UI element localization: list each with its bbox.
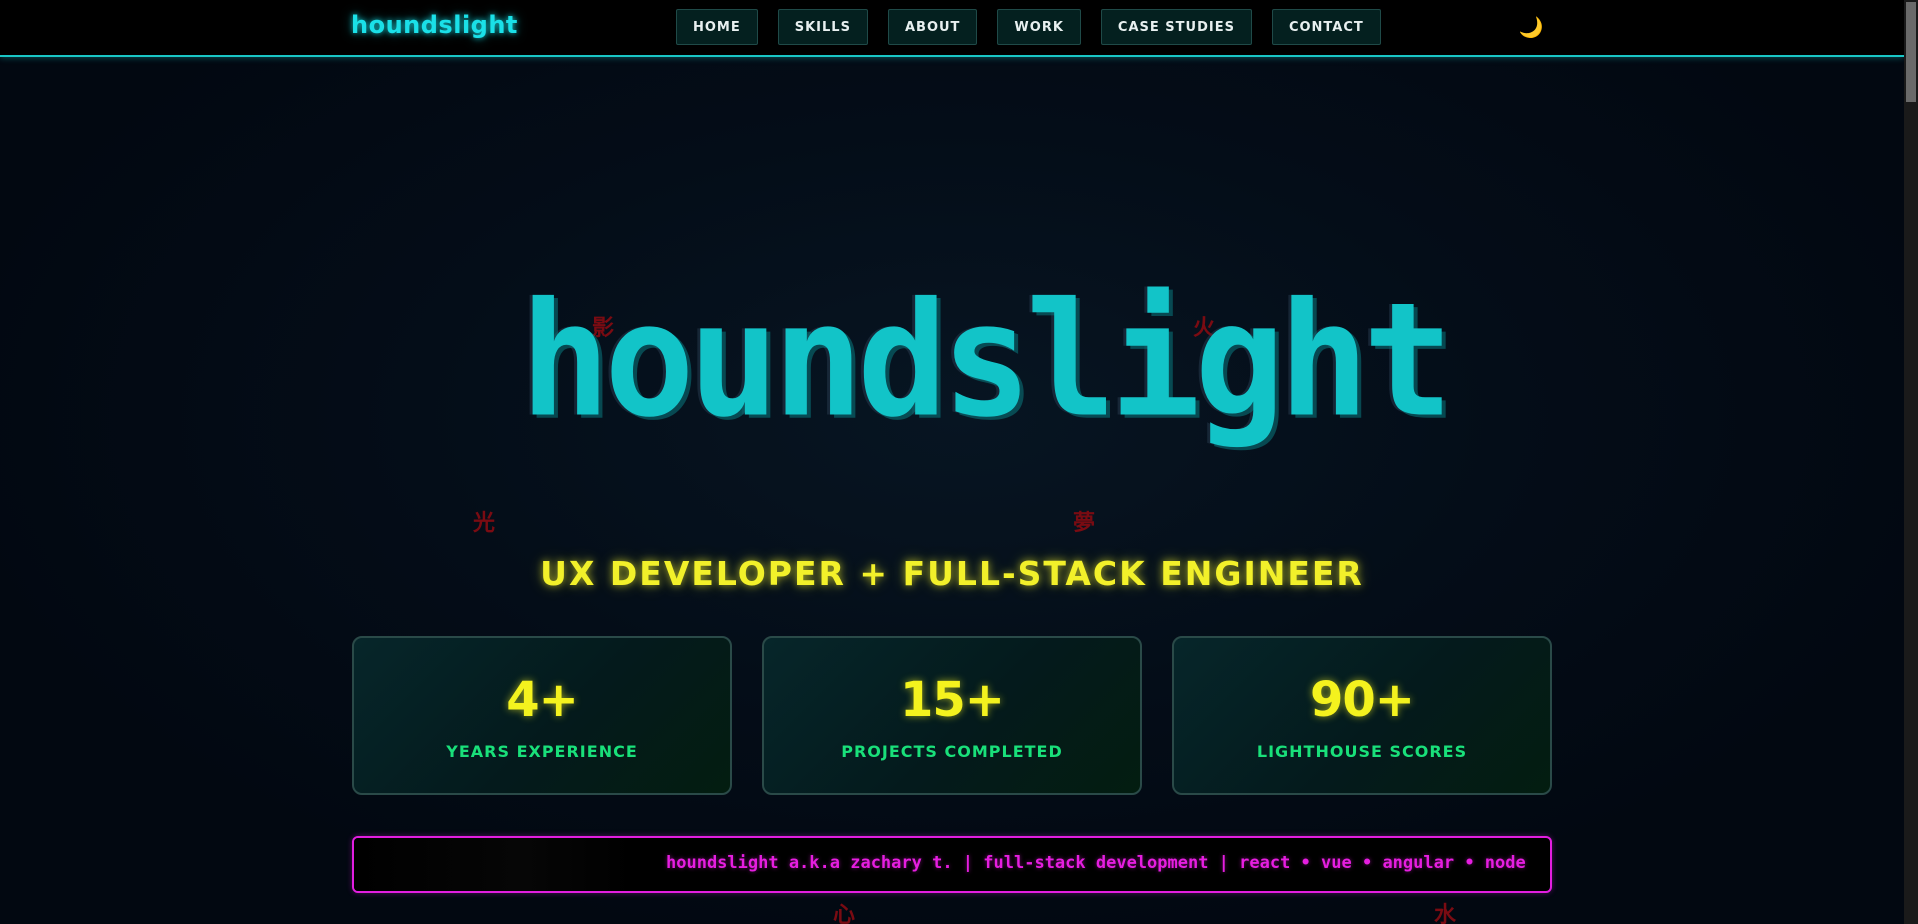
hero-title: houndslight (520, 269, 1453, 453)
nav-about-button[interactable]: ABOUT (887, 9, 978, 45)
stat-label: YEARS EXPERIENCE (446, 742, 638, 761)
stat-value: 4+ (506, 672, 579, 728)
top-navbar: houndslight HOME SKILLS ABOUT WORK CASE … (0, 0, 1904, 57)
nav-home-button[interactable]: HOME (676, 9, 758, 45)
nav-skills-button[interactable]: SKILLS (777, 9, 868, 45)
kanji-decoration: 心 (833, 902, 856, 924)
vertical-scrollbar[interactable] (1904, 0, 1918, 924)
kanji-decoration: 夢 (1073, 510, 1096, 536)
page: houndslight HOME SKILLS ABOUT WORK CASE … (0, 0, 1918, 924)
stat-value: 90+ (1309, 672, 1415, 728)
stat-card-projects: 15+ PROJECTS COMPLETED (762, 636, 1142, 795)
nav-case-studies-button[interactable]: CASE STUDIES (1100, 9, 1252, 45)
main-nav: HOME SKILLS ABOUT WORK CASE STUDIES CONT… (676, 9, 1381, 45)
kanji-decoration: 光 (473, 510, 496, 536)
scrollbar-thumb[interactable] (1906, 2, 1916, 102)
marquee-fade (354, 838, 634, 891)
site-logo[interactable]: houndslight (351, 11, 518, 39)
moon-icon[interactable]: 🌙 (1518, 14, 1544, 40)
nav-contact-button[interactable]: CONTACT (1271, 9, 1381, 45)
stat-value: 15+ (899, 672, 1005, 728)
stats-row: 4+ YEARS EXPERIENCE 15+ PROJECTS COMPLET… (352, 636, 1552, 795)
hero-subtitle: UX DEVELOPER + FULL-STACK ENGINEER (540, 554, 1364, 593)
stat-label: LIGHTHOUSE SCORES (1256, 742, 1468, 761)
marquee-text: houndslight a.k.a zachary t. | full-stac… (666, 853, 1526, 873)
marquee-ticker: houndslight a.k.a zachary t. | full-stac… (352, 836, 1552, 893)
nav-work-button[interactable]: WORK (997, 9, 1081, 45)
stat-card-experience: 4+ YEARS EXPERIENCE (352, 636, 732, 795)
kanji-decoration: 水 (1434, 902, 1457, 924)
stat-label: PROJECTS COMPLETED (841, 742, 1063, 761)
stat-card-lighthouse: 90+ LIGHTHOUSE SCORES (1172, 636, 1552, 795)
